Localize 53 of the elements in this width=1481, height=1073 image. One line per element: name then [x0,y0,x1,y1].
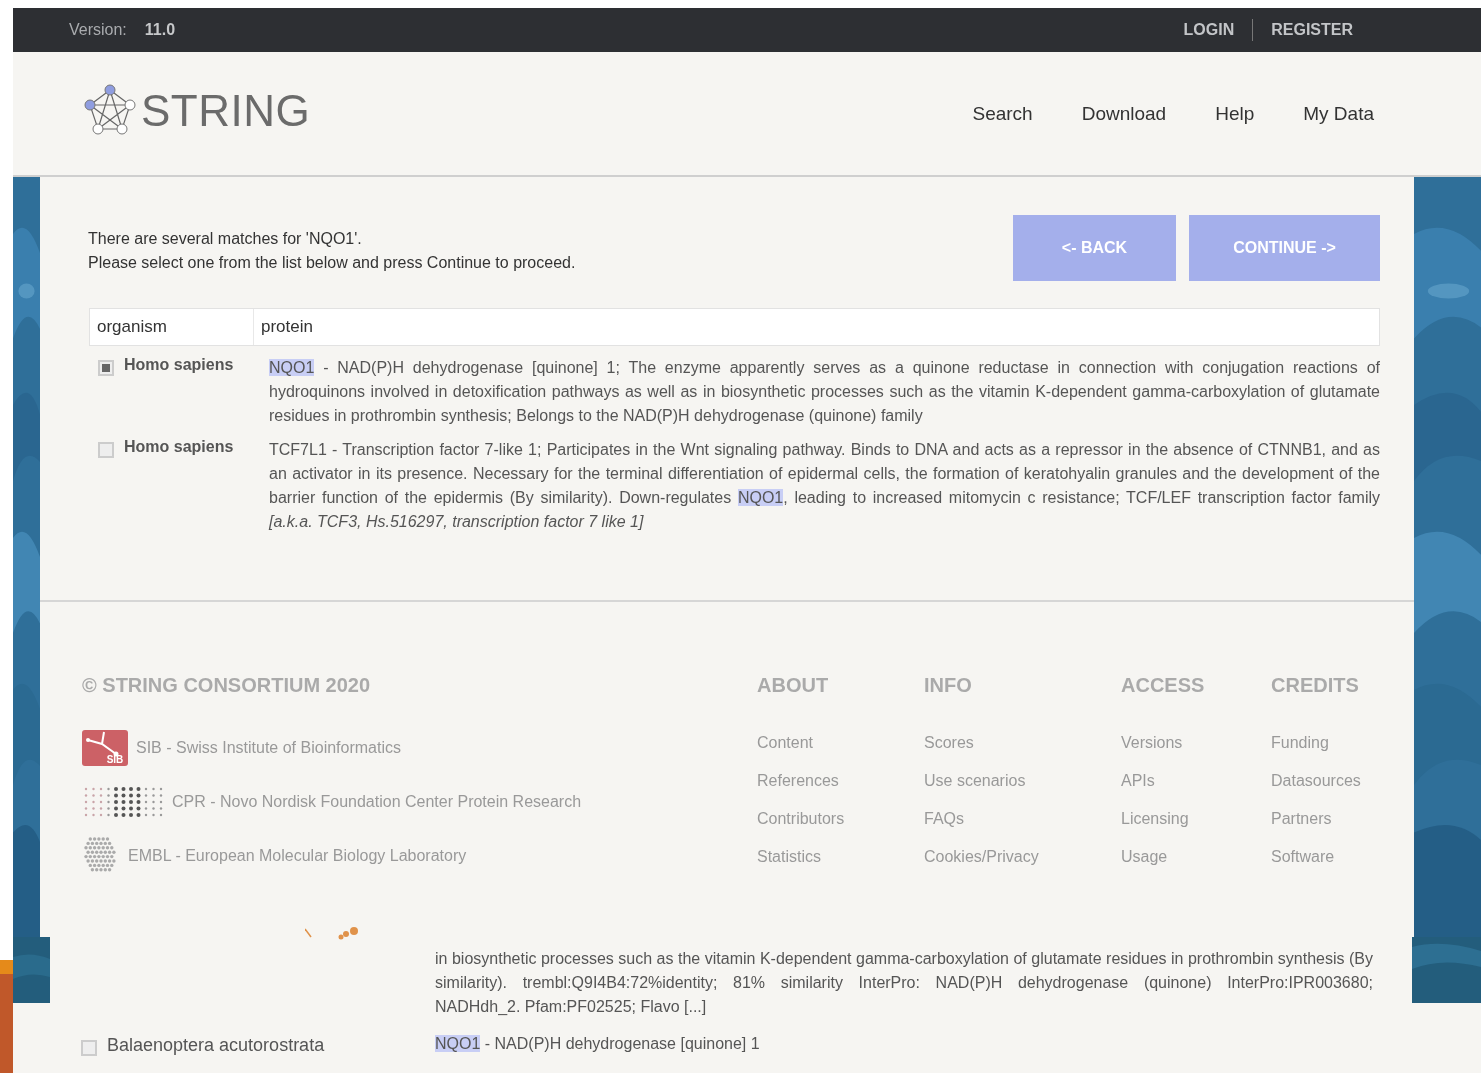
checkbox[interactable] [98,360,114,376]
footer-heading: CREDITS [1271,674,1360,697]
column-header: organism [90,309,254,345]
version-label: Version: [69,21,127,39]
auth-link[interactable]: REGISTER [1271,21,1353,39]
footer-link[interactable]: Statistics [757,848,924,886]
partner-link[interactable]: SIB - Swiss Institute of Bioinformatics [136,739,401,757]
message-text: Please select one from the list below and press Continue to proceed. [88,253,576,273]
continue-button[interactable]: CONTINUE -> [1189,215,1380,281]
footer-heading: INFO [924,674,973,697]
footer-link[interactable]: Contributors [757,810,924,848]
sib-logo-icon: SIB [82,730,128,766]
footer-link[interactable]: Cookies/Privacy [924,848,1121,886]
footer-link[interactable]: Versions [1121,734,1271,772]
organism-name: Homo sapiens [124,356,234,374]
message-text: There are several matches for 'NQO1'. [88,229,363,249]
footer-link[interactable]: Scores [924,734,1121,772]
dot-grid-logo-icon [82,785,164,819]
partner-link[interactable]: EMBL - European Molecular Biology Laboratory [128,847,467,865]
organism-name: Balaenoptera acutorostrata [107,1035,325,1056]
footer-heading: ABOUT [757,674,830,697]
footer-link[interactable]: Partners [1271,810,1361,848]
protein-description: TCF7L1 - Transcription factor 7-like 1; Participates in the Wnt signaling pathway. Binds to DNA and acts as a repressor in the absence of CTNNB1, and as an activator in its presence. Necessary for the terminal differentiation of epidermal cells, the formation of keratohyalin granules and the development of the barrier function of the epidermis (By similarity). Down-regulates NQO1, leading to increased mitomycin c resistance; TCF/LEF transcription factor family [a.k.a. TCF3, Hs.516297, transcription factor 7 like 1] [269,440,1380,532]
footer-link[interactable]: Funding [1271,734,1361,772]
footer-link[interactable]: References [757,772,924,810]
auth-link[interactable]: LOGIN [1183,21,1235,39]
column-header: protein [260,317,313,337]
footer-link[interactable]: Datasources [1271,772,1361,810]
protein-description: NQO1 - NAD(P)H dehydrogenase [quinone] 1 [435,1035,760,1054]
copyright-text: © STRING CONSORTIUM 2020 [82,674,372,697]
nav-link[interactable]: Search [972,102,1033,125]
nav-link[interactable]: Help [1215,102,1255,125]
partner-link[interactable]: CPR - Novo Nordisk Foundation Center Protein Research [172,793,582,811]
checkbox[interactable] [98,442,114,458]
checkbox[interactable] [81,1039,97,1056]
footer-link[interactable]: Usage [1121,848,1271,886]
organism-name: Homo sapiens [124,438,234,456]
footer-link[interactable]: Licensing [1121,810,1271,848]
back-button[interactable]: <- BACK [1013,215,1176,281]
footer-heading: ACCESS [1121,674,1206,697]
protein-description: in biosynthetic processes such as the vitamin K-dependent gamma-carboxylation of glutamate residues in prothrombin synthesis (By similarity). trembl:Q9I4B4:72%identity; 81% similarity InterPro: NAD(P)H dehydrogenase (quinone) InterPro:IPR003680; NADHdh_2. Pfam:PF02525; Flavo [...] [435,949,1373,1017]
footer-link[interactable]: FAQs [924,810,1121,848]
footer-link[interactable]: Content [757,734,924,772]
graph-fragment-drawing [305,927,359,941]
protein-description: NQO1 - NAD(P)H dehydrogenase [quinone] 1; The enzyme apparently serves as a quinone reductase in connection with conjugation reactions of hydroquinons involved in detoxification pathways as well as in biosynthetic processes such as the vitamin K-dependent gamma-carboxylation of glutamate residues in prothrombin synthesis; Belongs to the NAD(P)H dehydrogenase (quinone) family [269,358,1380,426]
footer-link[interactable]: Use scenarios [924,772,1121,810]
network-logo-icon [83,83,137,138]
nav-link[interactable]: Download [1081,102,1167,125]
logo-text: STRING [141,85,311,136]
version-number: 11.0 [144,21,176,39]
footer-link[interactable]: APIs [1121,772,1271,810]
nav-link[interactable]: My Data [1303,102,1374,125]
footer-link[interactable]: Software [1271,848,1361,886]
